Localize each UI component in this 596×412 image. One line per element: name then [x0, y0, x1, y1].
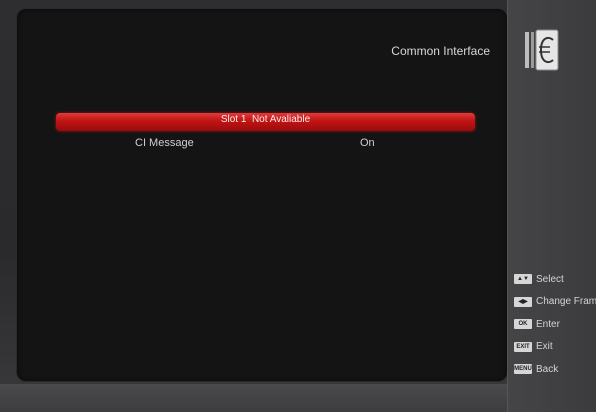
legend-item-enter: OK Enter: [514, 313, 596, 336]
tv-screen: Common Interface Slot 1 Not Avaliable CI…: [0, 0, 596, 412]
legend-item-select: ▲▼ Select: [514, 268, 596, 291]
legend-label-change-frame: Change Frame: [536, 296, 596, 308]
bottom-strip: [0, 384, 507, 412]
menu-key-icon: MENU: [514, 364, 532, 375]
slot-1-row[interactable]: Slot 1 Not Avaliable: [56, 113, 475, 131]
ci-message-label[interactable]: CI Message: [135, 137, 194, 149]
legend-item-exit: EXIT Exit: [514, 336, 596, 359]
exit-key-icon: EXIT: [514, 341, 532, 352]
legend-item-back: MENU Back: [514, 358, 596, 381]
legend-label-enter: Enter: [536, 318, 560, 330]
ok-key-icon: OK: [514, 319, 532, 330]
legend-label-back: Back: [536, 363, 559, 375]
ci-message-value[interactable]: On: [360, 137, 375, 149]
main-panel: [16, 8, 508, 382]
page-title: Common Interface: [391, 44, 490, 58]
legend-label-select: Select: [536, 273, 564, 285]
left-right-key-icon: ◀▶: [514, 296, 532, 307]
slot-1-label: Slot 1 Not Avaliable: [220, 114, 311, 125]
common-interface-icon: [525, 29, 559, 71]
legend-item-change-frame: ◀▶ Change Frame: [514, 291, 596, 314]
up-down-key-icon: ▲▼: [514, 274, 532, 285]
key-legend: ▲▼ Select ◀▶ Change Frame OK Enter EXIT …: [514, 268, 596, 381]
legend-label-exit: Exit: [536, 341, 553, 353]
